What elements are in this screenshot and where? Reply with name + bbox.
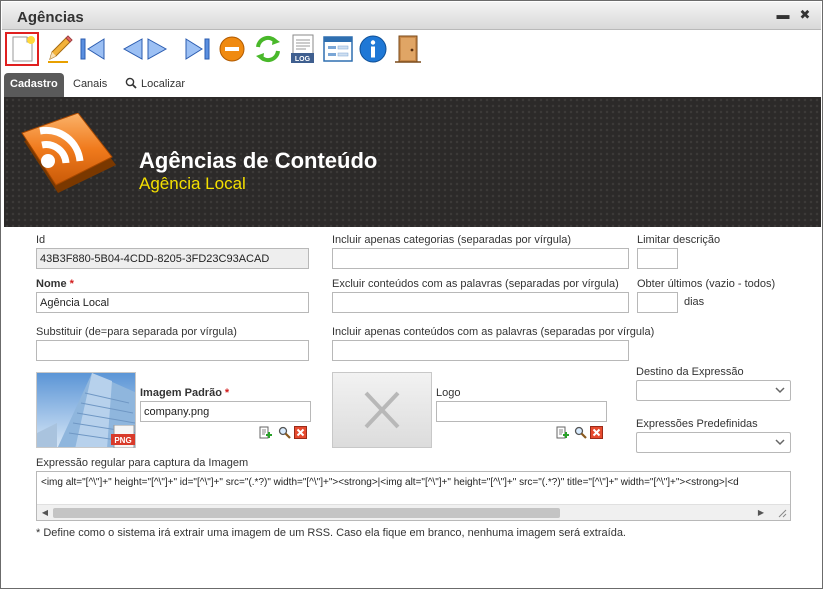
search-icon: [125, 77, 137, 89]
log-button[interactable]: LOG: [288, 33, 320, 65]
no-image-x-icon: [364, 391, 400, 429]
logo-field[interactable]: [436, 401, 607, 422]
required-marker: *: [69, 278, 74, 290]
nome-label: Nome *: [36, 278, 74, 290]
remove-image-button[interactable]: [294, 426, 307, 439]
add-image-button[interactable]: [259, 426, 272, 439]
banner-title: Agências de Conteúdo: [139, 148, 378, 173]
obter-ultimos-field[interactable]: [637, 292, 678, 313]
tab-localizar-label: Localizar: [141, 78, 186, 90]
imagem-padrao-label: Imagem Padrão *: [140, 387, 229, 399]
info-button[interactable]: [357, 33, 389, 65]
expressoes-predefinidas-label: Expressões Predefinidas: [636, 418, 758, 430]
last-record-icon: [185, 38, 210, 60]
scroll-right-arrow[interactable]: ▶: [753, 505, 769, 520]
tab-canais[interactable]: Canais: [67, 73, 113, 97]
close-button[interactable]: ✖: [798, 8, 812, 22]
resize-grip-icon[interactable]: [777, 508, 787, 518]
incluir-categorias-field[interactable]: [332, 248, 629, 269]
window-title: Agências: [17, 9, 84, 26]
previous-next-icon: [122, 38, 168, 60]
expressoes-predefinidas-select[interactable]: [636, 432, 791, 453]
first-record-button[interactable]: [76, 33, 108, 65]
add-file-icon: [259, 426, 272, 439]
nome-label-text: Nome: [36, 278, 67, 290]
last-record-button[interactable]: [182, 33, 214, 65]
delete-button[interactable]: [216, 33, 248, 65]
info-icon: [359, 35, 387, 63]
log-icon-text: LOG: [295, 56, 311, 63]
view-image-button[interactable]: [278, 426, 291, 439]
regex-label: Expressão regular para captura da Imagem: [36, 457, 249, 469]
excluir-palavras-label: Excluir conteúdos com as palavras (separ…: [332, 278, 619, 290]
minimize-button[interactable]: ▬: [776, 8, 790, 22]
destino-expressao-select[interactable]: [636, 380, 791, 401]
edit-pencil-icon: [48, 35, 73, 63]
regex-text: <img alt="[^\"]+" height="[^\"]+" id="[^…: [41, 477, 739, 488]
header-banner: Agências de Conteúdo Agência Local: [4, 97, 821, 227]
id-label: Id: [36, 234, 46, 246]
new-icon: [12, 36, 35, 62]
footnote: * Define como o sistema irá extrair uma …: [36, 527, 626, 539]
magnifier-icon: [574, 426, 587, 439]
logo-label: Logo: [436, 387, 461, 399]
form-view-icon: [323, 36, 353, 62]
logo-preview: [332, 372, 432, 448]
scroll-thumb[interactable]: [53, 508, 560, 518]
refresh-icon: [256, 35, 280, 63]
tab-localizar[interactable]: Localizar: [119, 73, 191, 97]
substituir-field[interactable]: [36, 340, 309, 361]
dias-label: dias: [684, 296, 705, 308]
remove-logo-button[interactable]: [590, 426, 603, 439]
add-file-icon: [556, 426, 569, 439]
delete-x-icon: [590, 426, 603, 439]
rss-feed-icon: [21, 113, 116, 193]
png-badge-text: PNG: [114, 436, 131, 445]
new-record-button[interactable]: [5, 32, 39, 66]
tab-bar: Cadastro Canais Localizar: [2, 73, 821, 102]
nome-field[interactable]: [36, 292, 309, 313]
form-view-button[interactable]: [322, 33, 354, 65]
obter-ultimos-label: Obter últimos (vazio - todos): [637, 278, 776, 290]
incluir-categorias-label: Incluir apenas categorias (separadas por…: [332, 234, 572, 246]
view-logo-button[interactable]: [574, 426, 587, 439]
horizontal-scrollbar[interactable]: ◀ ▶: [37, 504, 790, 520]
delete-icon: [219, 36, 245, 62]
exit-door-icon: [395, 35, 421, 63]
incluir-conteudos-field[interactable]: [332, 340, 629, 361]
imagem-padrao-label-text: Imagem Padrão: [140, 387, 222, 399]
first-record-icon: [80, 38, 105, 60]
incluir-conteudos-label: Incluir apenas conteúdos com as palavras…: [332, 326, 655, 338]
add-logo-button[interactable]: [556, 426, 569, 439]
log-icon: LOG: [291, 34, 314, 63]
scroll-left-arrow[interactable]: ◀: [37, 505, 53, 520]
limitar-descricao-label: Limitar descrição: [637, 234, 721, 246]
exit-button[interactable]: [392, 33, 424, 65]
previous-next-button[interactable]: [120, 33, 170, 65]
excluir-palavras-field[interactable]: [332, 292, 629, 313]
banner-subtitle: Agência Local: [139, 174, 246, 193]
regex-textarea[interactable]: <img alt="[^\"]+" height="[^\"]+" id="[^…: [36, 471, 791, 521]
imagem-padrao-field[interactable]: [140, 401, 311, 422]
magnifier-icon: [278, 426, 291, 439]
chevron-down-icon: [775, 387, 785, 394]
id-field[interactable]: [36, 248, 309, 269]
limitar-descricao-field[interactable]: [637, 248, 678, 269]
refresh-button[interactable]: [252, 33, 284, 65]
required-marker: *: [224, 387, 230, 399]
agencias-window: Agências ▬ ✖ LOG Cadastro Canais Localiz…: [0, 0, 823, 589]
title-bar: Agências ▬ ✖: [2, 2, 821, 30]
toolbar: LOG: [2, 31, 821, 67]
chevron-down-icon: [775, 439, 785, 446]
destino-expressao-label: Destino da Expressão: [636, 366, 744, 378]
tab-cadastro[interactable]: Cadastro: [4, 73, 64, 102]
png-file-icon: PNG: [111, 424, 137, 449]
edit-button[interactable]: [42, 33, 74, 65]
substituir-label: Substituir (de=para separada por vírgula…: [36, 326, 237, 338]
delete-x-icon: [294, 426, 307, 439]
